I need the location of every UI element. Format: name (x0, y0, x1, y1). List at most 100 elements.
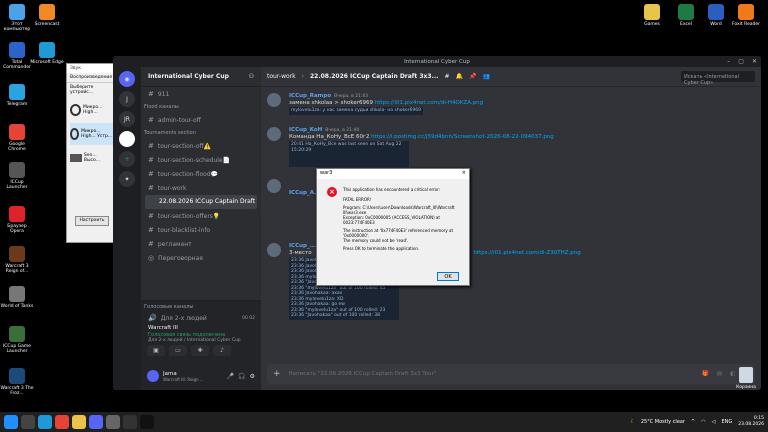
device-item[interactable]: Микро... High... (70, 99, 114, 121)
recycle-bin[interactable]: Корзина (732, 367, 760, 390)
category-voice[interactable]: Голосовые каналы (141, 301, 261, 313)
close-icon[interactable]: ✕ (752, 58, 757, 65)
avatar[interactable] (267, 127, 281, 141)
desktop-icon[interactable]: Этот компьютер (0, 4, 34, 32)
chat-header: tour-work › 22.08.2026 ICCup Captain Dra… (261, 67, 761, 87)
add-attachment-icon[interactable]: + (273, 369, 281, 379)
desktop-icon[interactable]: Браузер Opera (0, 206, 34, 234)
app-icon[interactable] (106, 415, 120, 429)
server-icon[interactable]: J (119, 91, 135, 107)
desktop-icon[interactable]: Microsoft Edge (30, 42, 64, 65)
avatar[interactable] (267, 179, 281, 193)
war3-icon[interactable] (123, 415, 137, 429)
desktop-icon[interactable]: Warcraft 3 The Froz... (0, 368, 34, 396)
soundboard-icon[interactable]: ♪ (213, 345, 231, 356)
desktop-icon[interactable]: World of Tanks (0, 286, 34, 309)
channel-item[interactable]: # tour-section-schedule📄 (141, 153, 261, 167)
chat-line: 23:36 "Javohakaa" out of 100 rolled: 38 (291, 313, 381, 318)
error-dialog[interactable]: war3 × × This application has encountered… (316, 168, 470, 286)
device-item[interactable]: Микро... High... Устр... (70, 123, 114, 145)
avatar[interactable] (267, 243, 281, 257)
explore-icon[interactable]: ✦ (119, 171, 135, 187)
message-composer[interactable]: + Написать "22.08.2026 ICCup Captain Dra… (267, 364, 755, 384)
gift-icon[interactable]: 🎁 (702, 371, 709, 377)
channel-name[interactable]: tour-work (267, 73, 296, 80)
desktop-icon[interactable]: Screencast (30, 4, 64, 27)
avatar[interactable] (147, 370, 159, 382)
volume-icon[interactable]: ◁ (712, 419, 716, 425)
chrome-icon[interactable] (55, 415, 69, 429)
desktop-icon[interactable]: ICCup Game Launcher (0, 326, 34, 354)
weather[interactable]: 25°C Mostly clear (641, 419, 685, 425)
ok-button[interactable]: OK (437, 272, 459, 281)
minimize-icon[interactable]: – (727, 58, 730, 65)
taskbar: ☾ 25°C Mostly clear ^ ◠ ◁ ENG 0:15 23.08.… (0, 412, 768, 432)
activity-icon[interactable]: ✚ (191, 345, 209, 356)
desktop-icon[interactable]: ICCup Launcher (0, 162, 34, 190)
clock[interactable]: 0:15 23.08.2026 (738, 416, 764, 428)
sound-dialog[interactable]: Звук Воспроизведение Выберите устройс...… (66, 63, 118, 243)
edge-icon[interactable] (38, 415, 52, 429)
close-icon[interactable]: × (462, 171, 466, 177)
avatar[interactable] (267, 93, 281, 107)
members-icon[interactable]: 👥 (482, 73, 489, 80)
mic-icon[interactable]: 🎤 (227, 373, 234, 380)
desktop-icon[interactable]: Google Chrome (0, 124, 34, 152)
app2-icon[interactable] (140, 415, 154, 429)
channel-item[interactable]: #911 (141, 87, 261, 101)
channel-item[interactable]: # tour-section-offers💡 (141, 209, 261, 223)
discord-icon[interactable] (89, 415, 103, 429)
windows-icon[interactable] (4, 415, 18, 429)
channel-item[interactable]: # tour-section-off⚠️ (141, 139, 261, 153)
camera-off-icon[interactable]: ▣ (147, 345, 165, 356)
search-icon[interactable] (21, 415, 35, 429)
error-message: This application has encountered a criti… (343, 187, 455, 251)
server-icon[interactable] (119, 131, 135, 147)
desktop-icon[interactable]: Word (699, 4, 733, 27)
app-icon (9, 124, 25, 140)
server-header[interactable]: International Cyber Cup ⚇ (141, 67, 261, 87)
add-server-icon[interactable]: + (119, 151, 135, 167)
app-icon (678, 4, 694, 20)
bell-icon[interactable]: 🔔 (455, 73, 462, 80)
headphones-icon[interactable]: 🎧 (238, 373, 245, 380)
add-member-icon[interactable]: ⚇ (249, 73, 254, 80)
files-icon[interactable] (72, 415, 86, 429)
voice-channel-item[interactable]: 🔊 Для 2-х людей 00 02 (141, 313, 261, 324)
language-indicator[interactable]: ENG (721, 419, 732, 425)
device-item[interactable]: Sen... Высо... (70, 147, 114, 169)
desktop-icon[interactable]: Telegram (0, 84, 34, 107)
desktop-icon[interactable]: Total Commander (0, 42, 34, 70)
desktop-icon[interactable]: Warcraft 3 Reign of... (0, 246, 34, 274)
channel-item[interactable]: # регламент (141, 237, 261, 251)
channel-sidebar: International Cyber Cup ⚇ #911 Flood кана… (141, 67, 261, 390)
channel-item[interactable]: # tour-work (141, 181, 261, 195)
server-icon[interactable]: JR (119, 111, 135, 127)
desktop-icon[interactable]: Games (635, 4, 669, 27)
thread-item-selected[interactable]: 22.08.2026 ICCup Captain Draft 3x3 Tour (145, 195, 257, 209)
channel-item[interactable]: # tour-blacklist-info (141, 223, 261, 237)
chevron-up-icon[interactable]: ^ (691, 419, 695, 425)
headset-icon (70, 128, 80, 140)
category-flood[interactable]: Flood каналы (141, 101, 261, 113)
discord-home-icon[interactable]: ◉ (119, 71, 135, 87)
wifi-icon[interactable]: ◠ (701, 419, 705, 425)
threads-icon[interactable]: # (444, 73, 449, 80)
composer-input[interactable]: Написать "22.08.2026 ICCup Captain Draft… (289, 371, 694, 377)
desktop-icon[interactable]: Foxit Reader (729, 4, 763, 27)
maximize-icon[interactable]: ▢ (738, 58, 744, 65)
pin-icon[interactable]: 📌 (469, 73, 476, 80)
app-icon (39, 42, 55, 58)
gif-icon[interactable]: ▤ (717, 371, 722, 377)
window-title: International Cyber Cup (404, 58, 470, 65)
channel-item[interactable]: ◎ Переговорная (141, 251, 261, 265)
search-input[interactable]: Искать «International Cyber Cup» (681, 71, 755, 86)
gear-icon[interactable]: ⚙ (250, 373, 255, 380)
category-tournaments[interactable]: Tournaments section (141, 127, 261, 139)
channel-item[interactable]: # tour-section-flood💬 (141, 167, 261, 181)
desktop-icon[interactable]: Excel (669, 4, 703, 27)
configure-button[interactable]: Настроить (75, 216, 109, 226)
screen-share-icon[interactable]: ▭ (169, 345, 187, 356)
tab-playback[interactable]: Воспроизведение (67, 73, 117, 83)
channel-item[interactable]: # admin-tour-off (141, 113, 261, 127)
